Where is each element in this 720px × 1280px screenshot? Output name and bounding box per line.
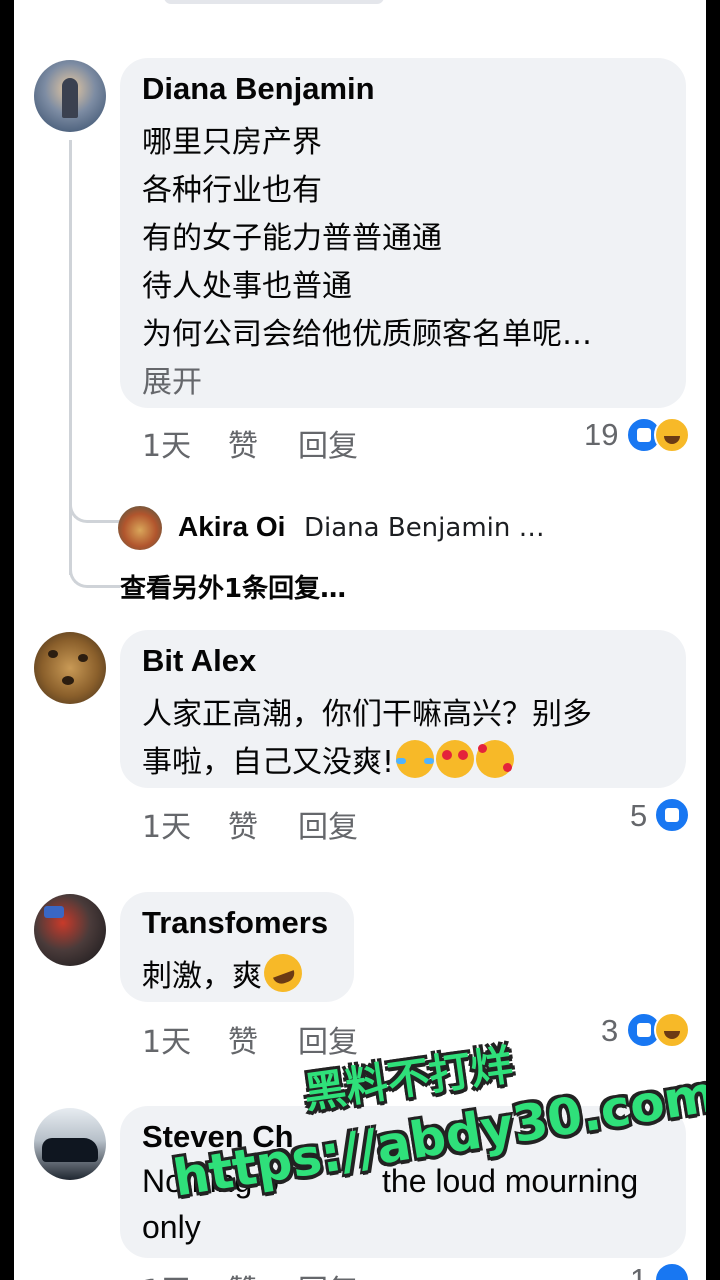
comment-text-line: 待人处事也普通 (142, 269, 352, 304)
comment-time[interactable]: 1天 (142, 421, 191, 465)
avatar-transfomers[interactable] (34, 894, 106, 966)
heart-eyes-emoji (436, 740, 475, 778)
reply-preview-text[interactable]: Diana Benjamin … (304, 513, 545, 543)
comment-text-line: 各种行业也有 (142, 173, 322, 208)
like-button[interactable]: 赞 (228, 802, 258, 846)
thread-branch (69, 555, 120, 588)
comment-author-name[interactable]: Bit Alex (142, 643, 256, 679)
reaction-count[interactable]: 19 (584, 417, 618, 453)
thread-branch (69, 490, 120, 523)
haha-icon (654, 1012, 690, 1048)
comment-time[interactable]: 1天 (142, 1017, 191, 1061)
reaction-count[interactable]: 5 (630, 798, 647, 834)
comment-time[interactable]: 1天 (142, 1266, 191, 1280)
reply-button[interactable]: 回复 (298, 421, 358, 465)
reply-button[interactable]: 回复 (298, 802, 358, 846)
comment-text: 事啦，自己又没爽! (142, 745, 395, 780)
like-button[interactable]: 赞 (228, 1017, 258, 1061)
avatar-steven[interactable] (34, 1108, 106, 1180)
tears-of-joy-emoji (396, 740, 435, 778)
avatar-bit-alex[interactable] (34, 632, 106, 704)
comment-text-line-with-emoji: 事啦，自己又没爽! (142, 737, 515, 781)
comment-text: 刺激，爽 (142, 959, 262, 994)
comment-text-line: 为何公司会给他优质顾客名单呢… (142, 317, 592, 352)
expand-link[interactable]: 展开 (142, 357, 202, 401)
like-icon (654, 1262, 690, 1280)
comment-text-line: 哪里只房产界 (142, 125, 322, 160)
comment-text-line: only (142, 1209, 201, 1245)
haha-icon (654, 417, 690, 453)
comment-text-line: 人家正高潮，你们干嘛高兴？别多 (142, 697, 592, 732)
reaction-count[interactable]: 3 (601, 1013, 618, 1049)
comment-author-name[interactable]: Transfomers (142, 905, 328, 941)
comment-text-line: 有的女子能力普普通通 (142, 221, 442, 256)
reaction-count[interactable]: 1 (630, 1262, 647, 1280)
comment-text-line-with-emoji: 刺激，爽 (142, 948, 308, 998)
smiling-hearts-emoji (476, 740, 515, 778)
previous-content-fragment (164, 0, 384, 4)
avatar-diana-benjamin[interactable] (34, 60, 106, 132)
reply-author-name[interactable]: Akira Oi (178, 511, 285, 543)
view-more-replies-link[interactable]: 查看另外1条回复… (120, 568, 346, 605)
rolling-laughing-emoji (258, 948, 308, 998)
like-button[interactable]: 赞 (228, 1266, 258, 1280)
comments-page: Diana Benjamin 哪里只房产界 各种行业也有 有的女子能力普普通通 … (14, 0, 706, 1280)
like-icon (654, 797, 690, 833)
reply-button[interactable]: 回复 (298, 1266, 358, 1280)
comment-author-name[interactable]: Diana Benjamin (142, 71, 375, 107)
like-button[interactable]: 赞 (228, 421, 258, 465)
avatar-akira-oi[interactable] (118, 506, 162, 550)
comment-time[interactable]: 1天 (142, 802, 191, 846)
